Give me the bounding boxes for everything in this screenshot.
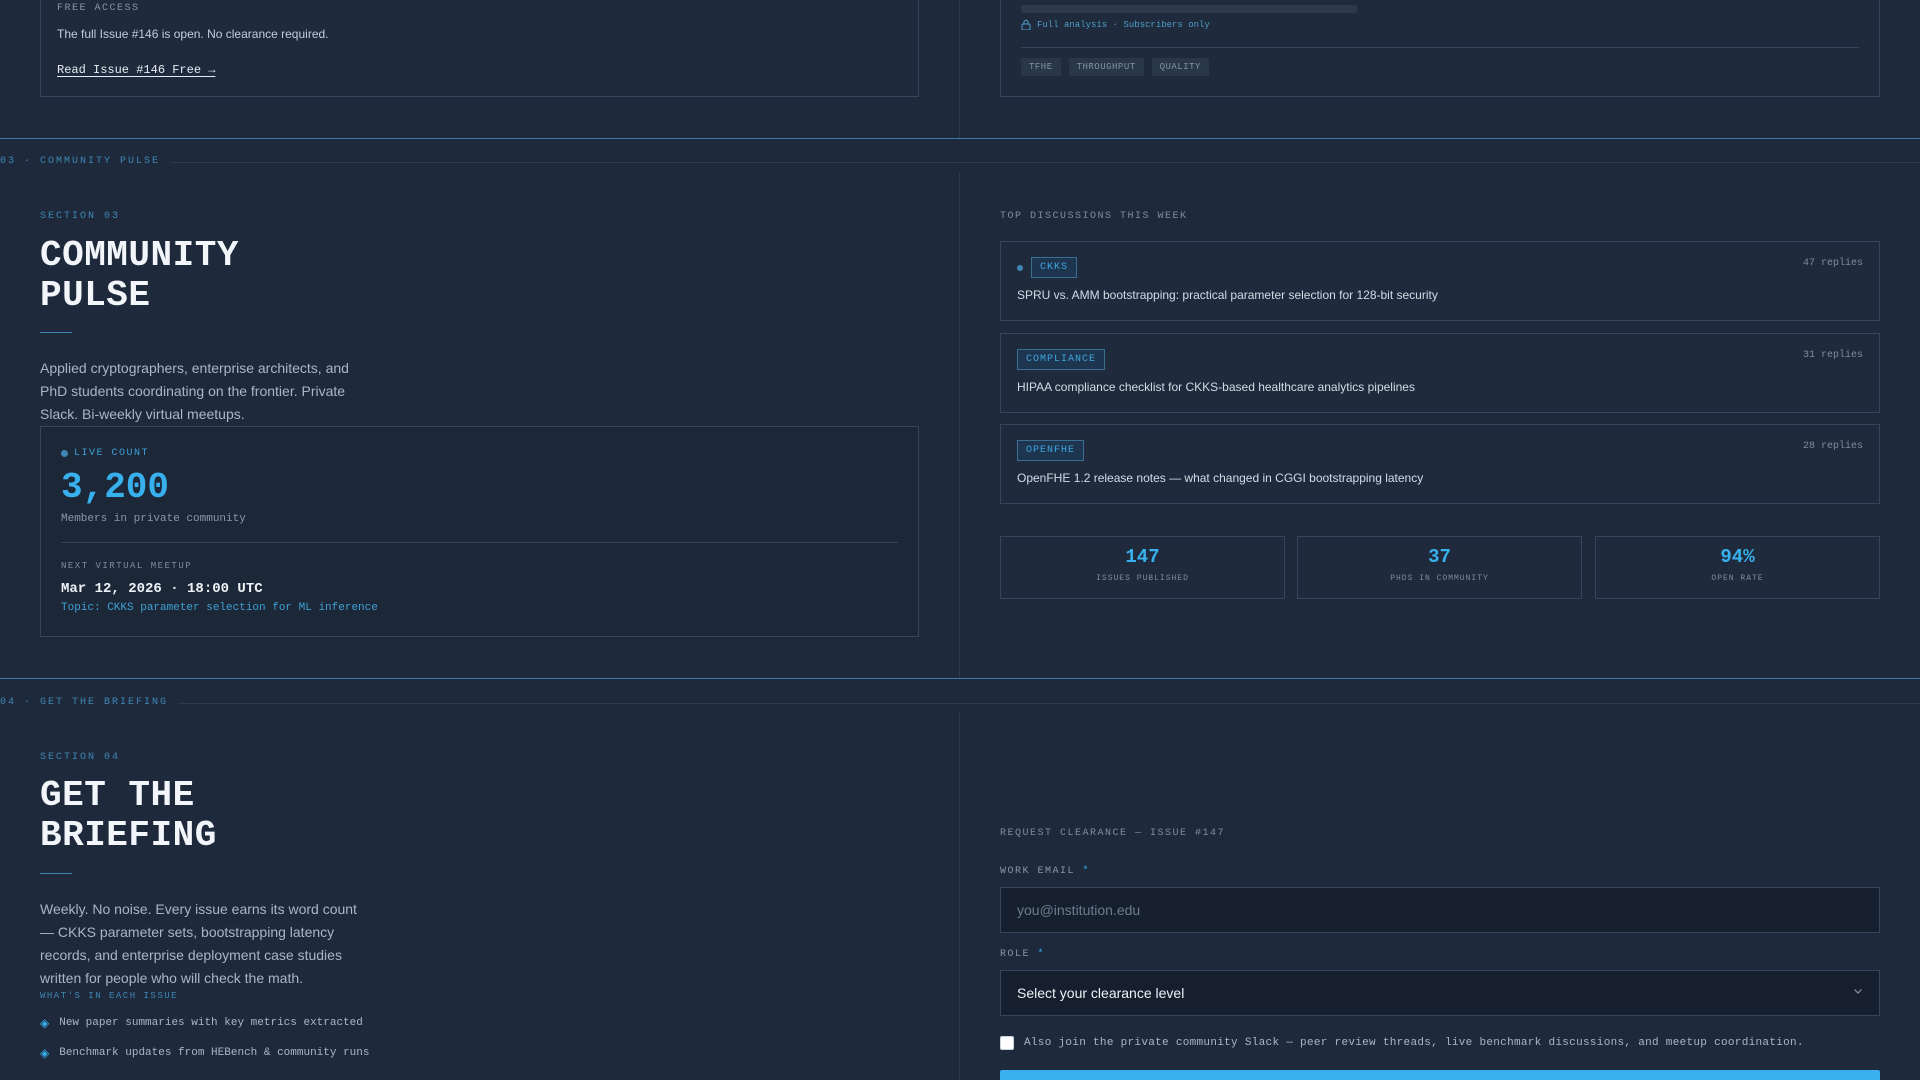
stat-label: OPEN RATE (1711, 574, 1764, 583)
role-select[interactable]: Select your clearance level (1000, 970, 1880, 1016)
stat-value: 147 (1125, 546, 1160, 568)
locked-text: Full analysis · Subscribers only (1037, 19, 1210, 30)
discussion-tag-row: OPENFHE (1017, 440, 1085, 461)
section-separator (0, 138, 1920, 139)
discussion-title: OpenFHE 1.2 release notes — what changed… (1017, 471, 1424, 485)
lock-icon (1021, 19, 1031, 30)
diamond-bullet-icon: ◈ (40, 1016, 50, 1030)
locked-analysis-card: Full analysis · Subscribers only TFHE TH… (1000, 0, 1880, 97)
topic-tag: QUALITY (1151, 58, 1209, 76)
discussion-tag-row: CKKS (1017, 257, 1078, 278)
discussion-tag: CKKS (1031, 257, 1078, 278)
title-underline (40, 332, 72, 333)
include-text: Benchmark updates from HEBench & communi… (59, 1047, 370, 1059)
section-title-line: BRIEFING (40, 815, 217, 856)
column-divider (959, 172, 960, 678)
slack-optin-label: Also join the private community Slack — … (1024, 1037, 1804, 1049)
discussion-title: SPRU vs. AMM bootstrapping: practical pa… (1017, 288, 1438, 302)
redacted-text-bar (1021, 5, 1357, 13)
divider (61, 542, 898, 543)
member-count-caption: Members in private community (61, 513, 246, 525)
stat-issues-published: 147 ISSUES PUBLISHED (1000, 536, 1285, 599)
includes-label: WHAT'S IN EACH ISSUE (40, 991, 179, 1001)
stat-label: ISSUES PUBLISHED (1096, 574, 1189, 583)
discussion-card[interactable]: OPENFHE 28 replies OpenFHE 1.2 release n… (1000, 424, 1880, 504)
section-title-line: GET THE (40, 775, 195, 816)
include-text: New paper summaries with key metrics ext… (59, 1017, 363, 1029)
email-label: WORK EMAIL * (1000, 866, 1090, 877)
meetup-date: Mar 12, 2026 · 18:00 UTC (61, 581, 263, 597)
slack-optin-row: Also join the private community Slack — … (1000, 1036, 1804, 1050)
role-label-text: ROLE (1000, 949, 1031, 960)
discussion-tag: COMPLIANCE (1017, 349, 1106, 370)
section-title: COMMUNITY PULSE (40, 236, 239, 316)
section-divider-faint (170, 162, 1920, 163)
section-title-line: PULSE (40, 275, 151, 316)
active-dot-icon (1017, 264, 1023, 271)
diamond-bullet-icon: ◈ (40, 1046, 50, 1060)
meetup-label: NEXT VIRTUAL MEETUP (61, 561, 193, 571)
section-description: Weekly. No noise. Every issue earns its … (40, 901, 357, 986)
member-count: 3,200 (61, 467, 170, 508)
section-separator (0, 678, 1920, 679)
submit-button[interactable] (1000, 1070, 1880, 1080)
discussion-card[interactable]: CKKS 47 replies SPRU vs. AMM bootstrappi… (1000, 241, 1880, 321)
work-email-input[interactable] (1000, 887, 1880, 933)
free-access-text: The full Issue #146 is open. No clearanc… (57, 27, 329, 41)
section-divider-faint (178, 703, 1920, 704)
section-eyebrow: SECTION 03 (40, 211, 121, 222)
section-description: Applied cryptographers, enterprise archi… (40, 360, 349, 422)
title-underline (40, 873, 72, 874)
section-03-divider-label: 03 · COMMUNITY PULSE (0, 156, 161, 167)
stat-label: PHDS IN COMMUNITY (1390, 574, 1489, 583)
locked-row: Full analysis · Subscribers only (1021, 19, 1210, 30)
section-title-line: COMMUNITY (40, 235, 239, 276)
live-indicator: LIVE COUNT (61, 448, 149, 459)
slack-optin-checkbox[interactable] (1000, 1036, 1014, 1050)
section-eyebrow: SECTION 04 (40, 752, 121, 763)
stat-value: 94% (1720, 546, 1755, 568)
discussion-tag-row: COMPLIANCE (1017, 349, 1106, 370)
stat-value: 37 (1428, 546, 1451, 568)
discussion-tag: OPENFHE (1017, 440, 1085, 461)
chevron-down-icon (1851, 984, 1865, 1003)
email-label-text: WORK EMAIL (1000, 866, 1076, 877)
free-access-label: FREE ACCESS (57, 3, 140, 14)
role-select-value: Select your clearance level (1017, 985, 1185, 1001)
live-dot-icon (61, 450, 68, 457)
topic-tag: THROUGHPUT (1068, 58, 1144, 76)
required-mark: * (1082, 866, 1091, 877)
section-04-divider-label: 04 · GET THE BRIEFING (0, 697, 169, 708)
stat-phds: 37 PHDS IN COMMUNITY (1297, 536, 1582, 599)
discussions-heading: TOP DISCUSSIONS THIS WEEK (1000, 211, 1188, 222)
include-item: ◈ New paper summaries with key metrics e… (40, 1016, 363, 1030)
include-item: ◈ Benchmark updates from HEBench & commu… (40, 1046, 370, 1060)
column-divider (959, 0, 960, 138)
free-access-card: FREE ACCESS The full Issue #146 is open.… (40, 0, 919, 97)
section-title: GET THE BRIEFING (40, 776, 217, 856)
live-label: LIVE COUNT (74, 448, 150, 459)
reply-count: 31 replies (1802, 350, 1863, 361)
stat-open-rate: 94% OPEN RATE (1595, 536, 1880, 599)
form-heading: REQUEST CLEARANCE — ISSUE #147 (1000, 828, 1226, 839)
live-count-card: LIVE COUNT 3,200 Members in private comm… (40, 426, 919, 637)
meetup-topic: Topic: CKKS parameter selection for ML i… (61, 602, 378, 614)
role-label: ROLE * (1000, 949, 1045, 960)
topic-tag: TFHE (1021, 58, 1061, 76)
divider (1021, 47, 1859, 48)
column-divider (959, 712, 960, 1080)
topic-tags: TFHE THROUGHPUT QUALITY (1021, 58, 1209, 76)
discussion-title: HIPAA compliance checklist for CKKS-base… (1017, 380, 1415, 394)
reply-count: 28 replies (1802, 441, 1863, 452)
reply-count: 47 replies (1802, 258, 1863, 269)
discussion-card[interactable]: COMPLIANCE 31 replies HIPAA compliance c… (1000, 333, 1880, 413)
read-issue-link[interactable]: Read Issue #146 Free → (57, 63, 215, 77)
required-mark: * (1037, 949, 1046, 960)
